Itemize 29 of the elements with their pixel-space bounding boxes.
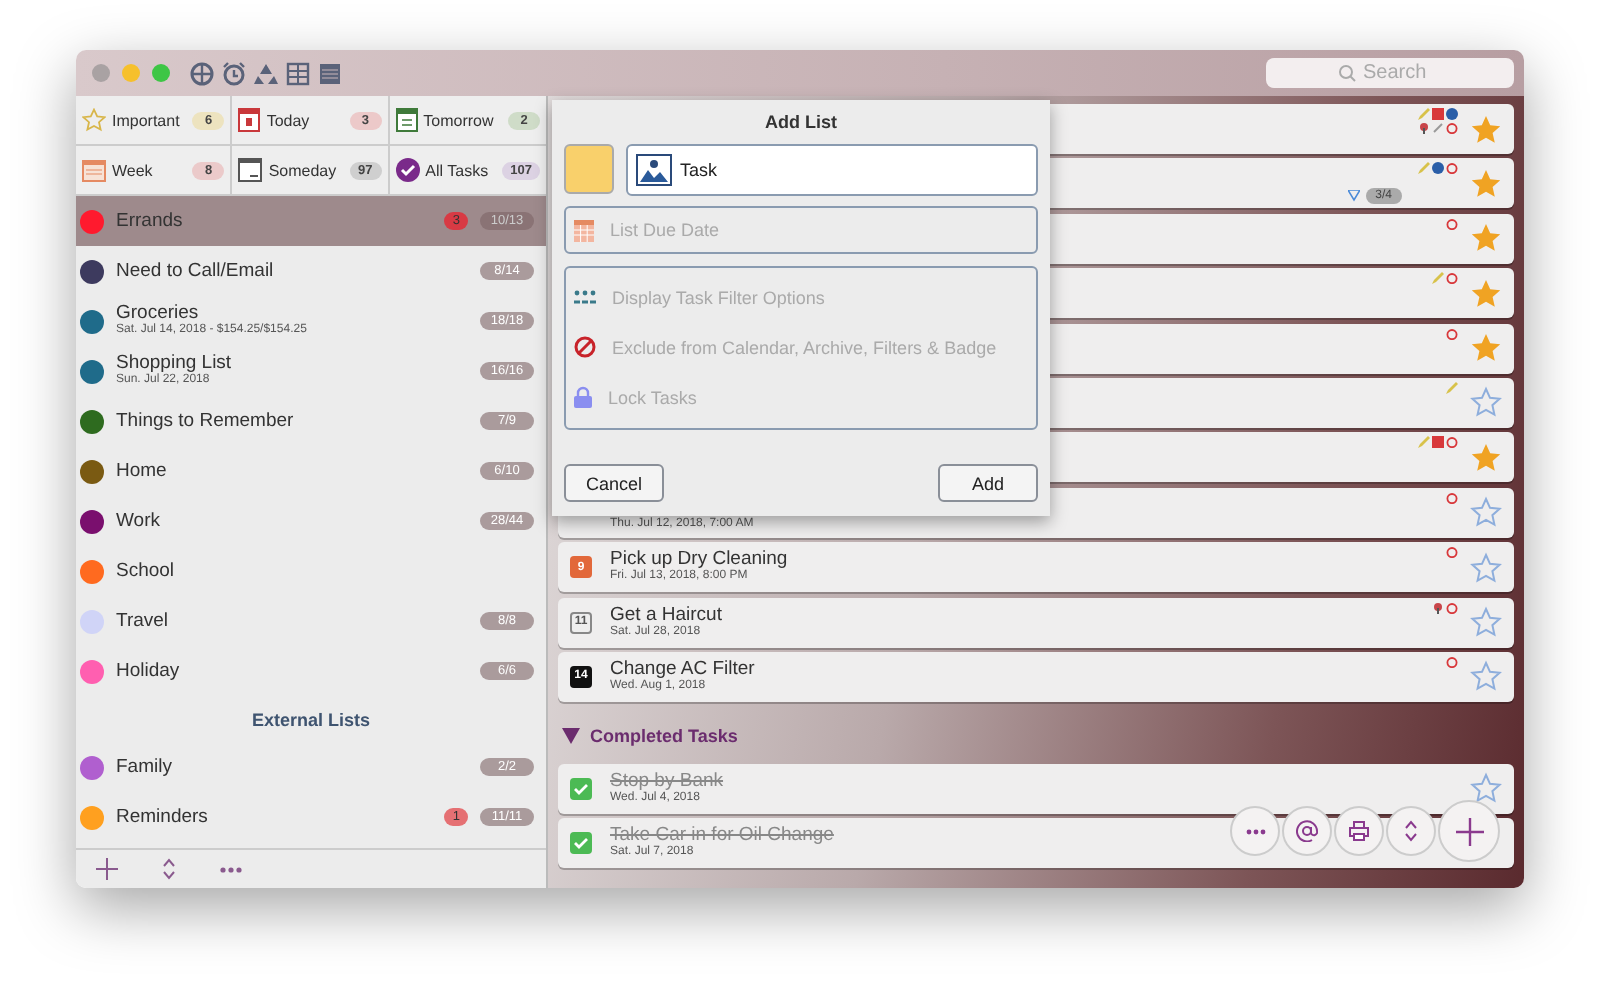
dialog-title: Add List (763, 112, 839, 132)
list-name: Errands (116, 211, 185, 231)
filter-label: Someday (268, 161, 339, 179)
filter-label: Important (112, 111, 182, 129)
task-title: Take Car in for Oil Change (610, 826, 834, 847)
option-label: Lock Tasks (608, 387, 697, 407)
list-name: Holiday (116, 661, 182, 681)
list-name: Home (116, 461, 169, 481)
list-name: Shopping List (116, 354, 234, 375)
filter-label: Today (266, 111, 312, 129)
list-name: Reminders (116, 807, 210, 827)
task-title: Get a Haircut (610, 605, 722, 626)
list-name: Family (116, 757, 174, 777)
section-header: External Lists (251, 709, 371, 729)
filter-label: All Tasks (425, 161, 491, 179)
option-label: Exclude from Calendar, Archive, Filters & Badge (612, 337, 997, 357)
filter-label: Tomorrow (423, 111, 496, 129)
list-name: Work (116, 511, 162, 531)
option-label: Display Task Filter Options (612, 287, 825, 307)
filter-label: Week (112, 161, 155, 179)
list-name: Things to Remember (116, 411, 296, 431)
task-title: Stop by Bank (610, 772, 724, 793)
list-name: Travel (116, 611, 171, 631)
list-name: School (116, 561, 177, 581)
task-title: Change AC Filter (610, 660, 755, 681)
task-title: Pick up Dry Cleaning (610, 550, 788, 571)
list-name: Need to Call/Email (116, 261, 276, 281)
list-name: Groceries (116, 304, 199, 325)
section-header: Completed Tasks (590, 726, 738, 747)
